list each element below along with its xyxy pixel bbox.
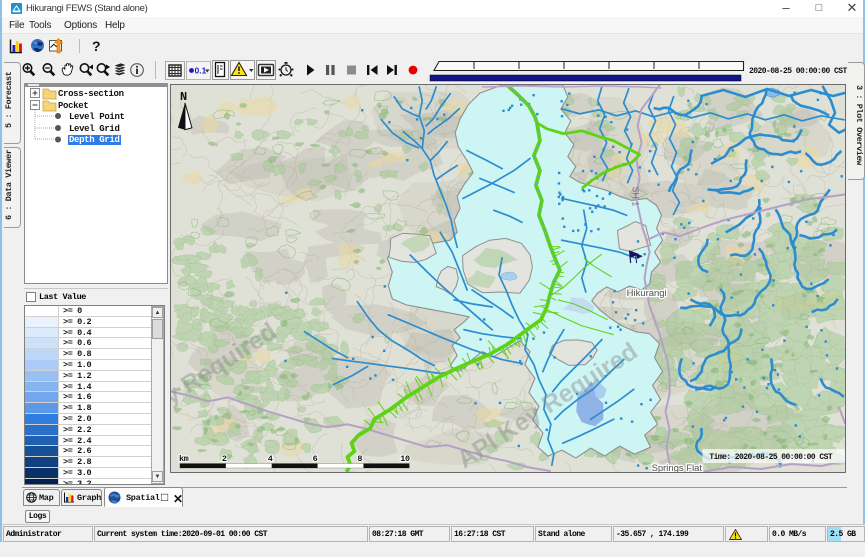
svg-text:km: km — [179, 454, 189, 464]
svg-text:2: 2 — [222, 454, 227, 464]
svg-text:Hikurangi: Hikurangi — [627, 288, 667, 299]
svg-text:6: 6 — [313, 454, 318, 464]
svg-text:?: ? — [92, 38, 101, 54]
svg-text:N: N — [180, 90, 187, 104]
svg-text:10: 10 — [400, 454, 410, 464]
svg-text:2020-08-25 00:00:00 CST: 2020-08-25 00:00:00 CST — [749, 67, 848, 76]
svg-text:Springs Flat: Springs Flat — [652, 463, 703, 473]
svg-text:0.1: 0.1 — [195, 66, 207, 76]
svg-text:8: 8 — [357, 454, 362, 464]
svg-text:Time: 2020-08-25 00:00:00 CST: Time: 2020-08-25 00:00:00 CST — [709, 453, 832, 462]
svg-text:4: 4 — [268, 454, 273, 464]
svg-text:SH 1: SH 1 — [631, 186, 641, 206]
